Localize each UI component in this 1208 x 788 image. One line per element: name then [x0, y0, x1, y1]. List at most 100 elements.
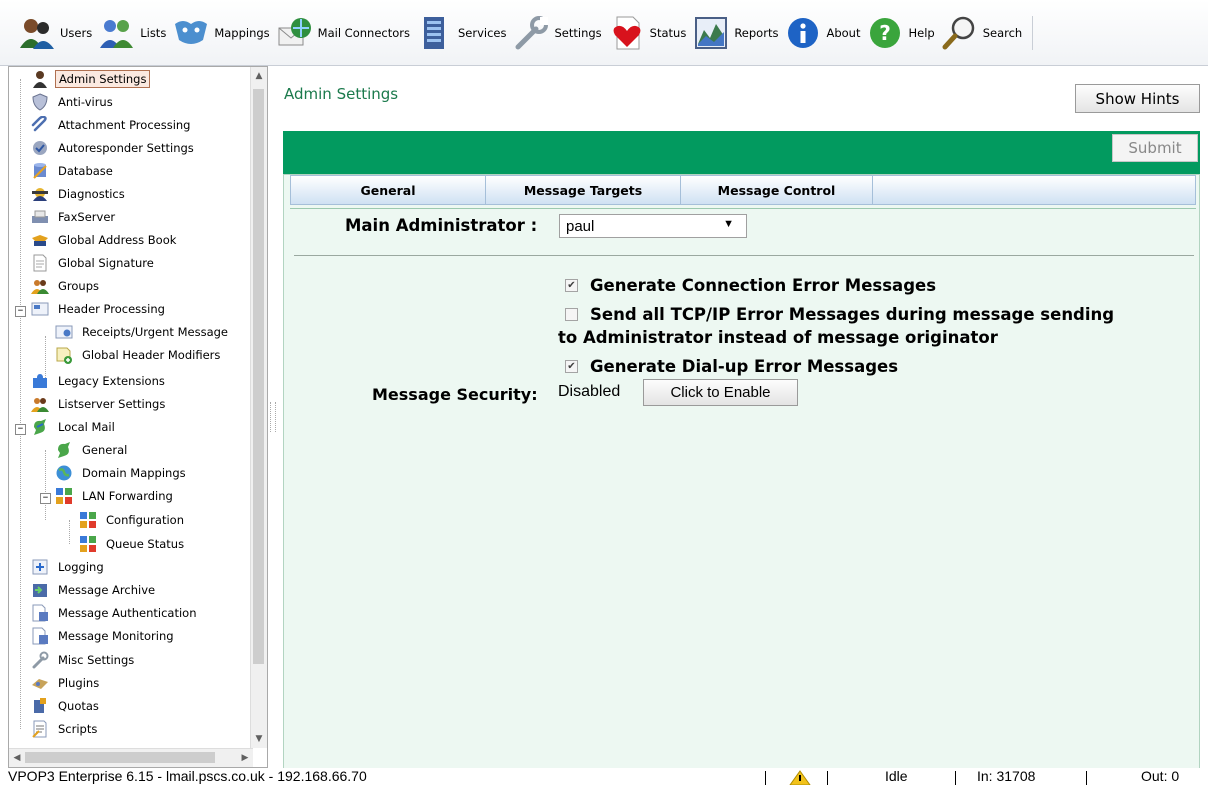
- tree-item-label: LAN Forwarding: [82, 489, 173, 503]
- tree-item-label: Global Address Book: [58, 233, 177, 247]
- submit-button[interactable]: Submit: [1112, 134, 1198, 162]
- tree-item-label: Admin Settings: [55, 70, 151, 88]
- tree-item-legacy-extensions[interactable]: Legacy Extensions: [31, 370, 168, 392]
- header-processing-icon: [31, 300, 49, 318]
- tree-item-logging[interactable]: Logging: [31, 556, 107, 578]
- main-administrator-select[interactable]: paul ▼: [559, 214, 747, 238]
- collapse-toggle[interactable]: −: [15, 424, 26, 435]
- collapse-toggle[interactable]: −: [40, 493, 51, 504]
- tree-item-header-processing[interactable]: Header Processing: [31, 298, 168, 320]
- message-security-label: Message Security:: [372, 385, 538, 404]
- tree-item-receipts-urgent[interactable]: Receipts/Urgent Message: [55, 321, 231, 343]
- tree-item-label: Domain Mappings: [82, 466, 186, 480]
- scroll-left-arrow-icon[interactable]: ◀: [9, 749, 25, 767]
- logging-icon: [31, 558, 49, 576]
- toolbar-settings-button[interactable]: Settings: [513, 14, 602, 52]
- toolbar-mappings-button[interactable]: Mappings: [172, 14, 270, 52]
- address-book-icon: [31, 231, 49, 249]
- tree-item-label: Attachment Processing: [58, 118, 191, 132]
- tree-item-misc-settings[interactable]: Misc Settings: [31, 649, 137, 671]
- tree-item-message-monitoring[interactable]: Message Monitoring: [31, 625, 177, 647]
- help-icon: ?: [866, 14, 904, 52]
- tree-horizontal-scrollbar[interactable]: ◀ ▶: [9, 748, 253, 767]
- toolbar-help-button[interactable]: ? Help: [866, 14, 935, 52]
- tree-item-plugins[interactable]: Plugins: [31, 672, 102, 694]
- status-icon: [608, 14, 646, 52]
- tree-item-attachment-processing[interactable]: Attachment Processing: [31, 114, 193, 136]
- tab-message-control[interactable]: Message Control: [681, 176, 873, 204]
- tree-item-global-address-book[interactable]: Global Address Book: [31, 229, 179, 251]
- status-out-count: Out: 0: [1141, 768, 1180, 784]
- scroll-thumb[interactable]: [25, 752, 215, 763]
- scroll-down-arrow-icon[interactable]: ▼: [251, 730, 267, 748]
- toolbar-lists-button[interactable]: Lists: [98, 14, 166, 52]
- scroll-right-arrow-icon[interactable]: ▶: [237, 749, 253, 767]
- tree-item-label: Global Signature: [58, 256, 154, 270]
- toolbar-users-button[interactable]: Users: [18, 14, 92, 52]
- panel-splitter[interactable]: [268, 66, 278, 768]
- tree-item-lan-forwarding[interactable]: LAN Forwarding: [55, 485, 176, 507]
- scroll-thumb[interactable]: [253, 89, 264, 664]
- collapse-toggle[interactable]: −: [15, 306, 26, 317]
- tree-item-label: Anti-virus: [58, 95, 113, 109]
- tree-item-domain-mappings[interactable]: Domain Mappings: [55, 462, 189, 484]
- tree-item-autoresponder-settings[interactable]: Autoresponder Settings: [31, 137, 197, 159]
- toolbar-search-button[interactable]: Search: [941, 14, 1022, 52]
- lan-forwarding-icon: [55, 487, 73, 505]
- show-hints-button[interactable]: Show Hints: [1075, 84, 1200, 113]
- generate-dialup-error-checkbox[interactable]: ✔: [565, 360, 578, 373]
- tree-item-anti-virus[interactable]: Anti-virus: [31, 91, 116, 113]
- tree-item-faxserver[interactable]: FaxServer: [31, 206, 118, 228]
- form-divider: [294, 255, 1194, 256]
- tree-vertical-scrollbar[interactable]: ▲ ▼: [250, 67, 267, 748]
- tree-item-label: Diagnostics: [58, 187, 125, 201]
- tree-item-admin-settings[interactable]: Admin Settings: [31, 68, 151, 90]
- status-in-count: In: 31708: [977, 768, 1036, 784]
- toolbar-users-label: Users: [60, 25, 93, 40]
- tree-item-listserver-settings[interactable]: Listserver Settings: [31, 393, 168, 415]
- tree-item-database[interactable]: Database: [31, 160, 116, 182]
- send-tcpip-error-checkbox[interactable]: [565, 308, 578, 321]
- generate-connection-error-checkbox[interactable]: ✔: [565, 279, 578, 292]
- tree-item-message-authentication[interactable]: Message Authentication: [31, 602, 199, 624]
- services-icon: [416, 14, 454, 52]
- splitter-grip-icon[interactable]: [270, 402, 276, 432]
- toolbar-reports-button[interactable]: Reports: [692, 14, 778, 52]
- tree-item-configuration[interactable]: Configuration: [79, 509, 187, 531]
- lists-icon: [98, 14, 136, 52]
- tree-item-general[interactable]: General: [55, 439, 130, 461]
- tree-item-quotas[interactable]: Quotas: [31, 695, 102, 717]
- toolbar-about-button[interactable]: About: [784, 14, 860, 52]
- receipt-icon: [55, 323, 73, 341]
- main-administrator-label: Main Administrator :: [345, 216, 538, 235]
- toolbar-mail-connectors-button[interactable]: Mail Connectors: [276, 14, 410, 52]
- tree-item-scripts[interactable]: Scripts: [31, 718, 100, 740]
- toolbar-status-button[interactable]: Status: [608, 14, 686, 52]
- enable-security-button[interactable]: Click to Enable: [643, 379, 798, 406]
- database-icon: [31, 162, 49, 180]
- tree-item-diagnostics[interactable]: Diagnostics: [31, 183, 128, 205]
- status-divider: [955, 771, 956, 785]
- tree-item-global-signature[interactable]: Global Signature: [31, 252, 157, 274]
- tree-item-label: Message Monitoring: [58, 629, 174, 643]
- tree-item-label: Header Processing: [58, 302, 165, 316]
- toolbar-services-button[interactable]: Services: [416, 14, 507, 52]
- generate-connection-error-row: ✔ Generate Connection Error Messages: [565, 276, 936, 295]
- tree-item-label: Misc Settings: [58, 653, 135, 667]
- tree-guide-line: [20, 79, 21, 729]
- status-state: Idle: [885, 768, 908, 784]
- tab-general[interactable]: General: [291, 176, 486, 204]
- send-tcpip-error-label-line1: Send all TCP/IP Error Messages during me…: [590, 305, 1115, 324]
- tree-item-queue-status[interactable]: Queue Status: [79, 533, 187, 555]
- tree-item-message-archive[interactable]: Message Archive: [31, 579, 158, 601]
- globe-icon: [55, 464, 73, 482]
- scroll-up-arrow-icon[interactable]: ▲: [251, 67, 267, 85]
- tree-item-local-mail[interactable]: Local Mail: [31, 416, 118, 438]
- tree-item-global-header-modifiers[interactable]: Global Header Modifiers: [55, 344, 223, 366]
- tree-item-groups[interactable]: Groups: [31, 275, 102, 297]
- users-icon: [18, 14, 56, 52]
- toolbar-separator: [1032, 15, 1034, 50]
- status-app-info: VPOP3 Enterprise 6.15 - lmail.pscs.co.uk…: [8, 768, 367, 784]
- tree-item-label: Logging: [58, 560, 104, 574]
- tab-message-targets[interactable]: Message Targets: [486, 176, 681, 204]
